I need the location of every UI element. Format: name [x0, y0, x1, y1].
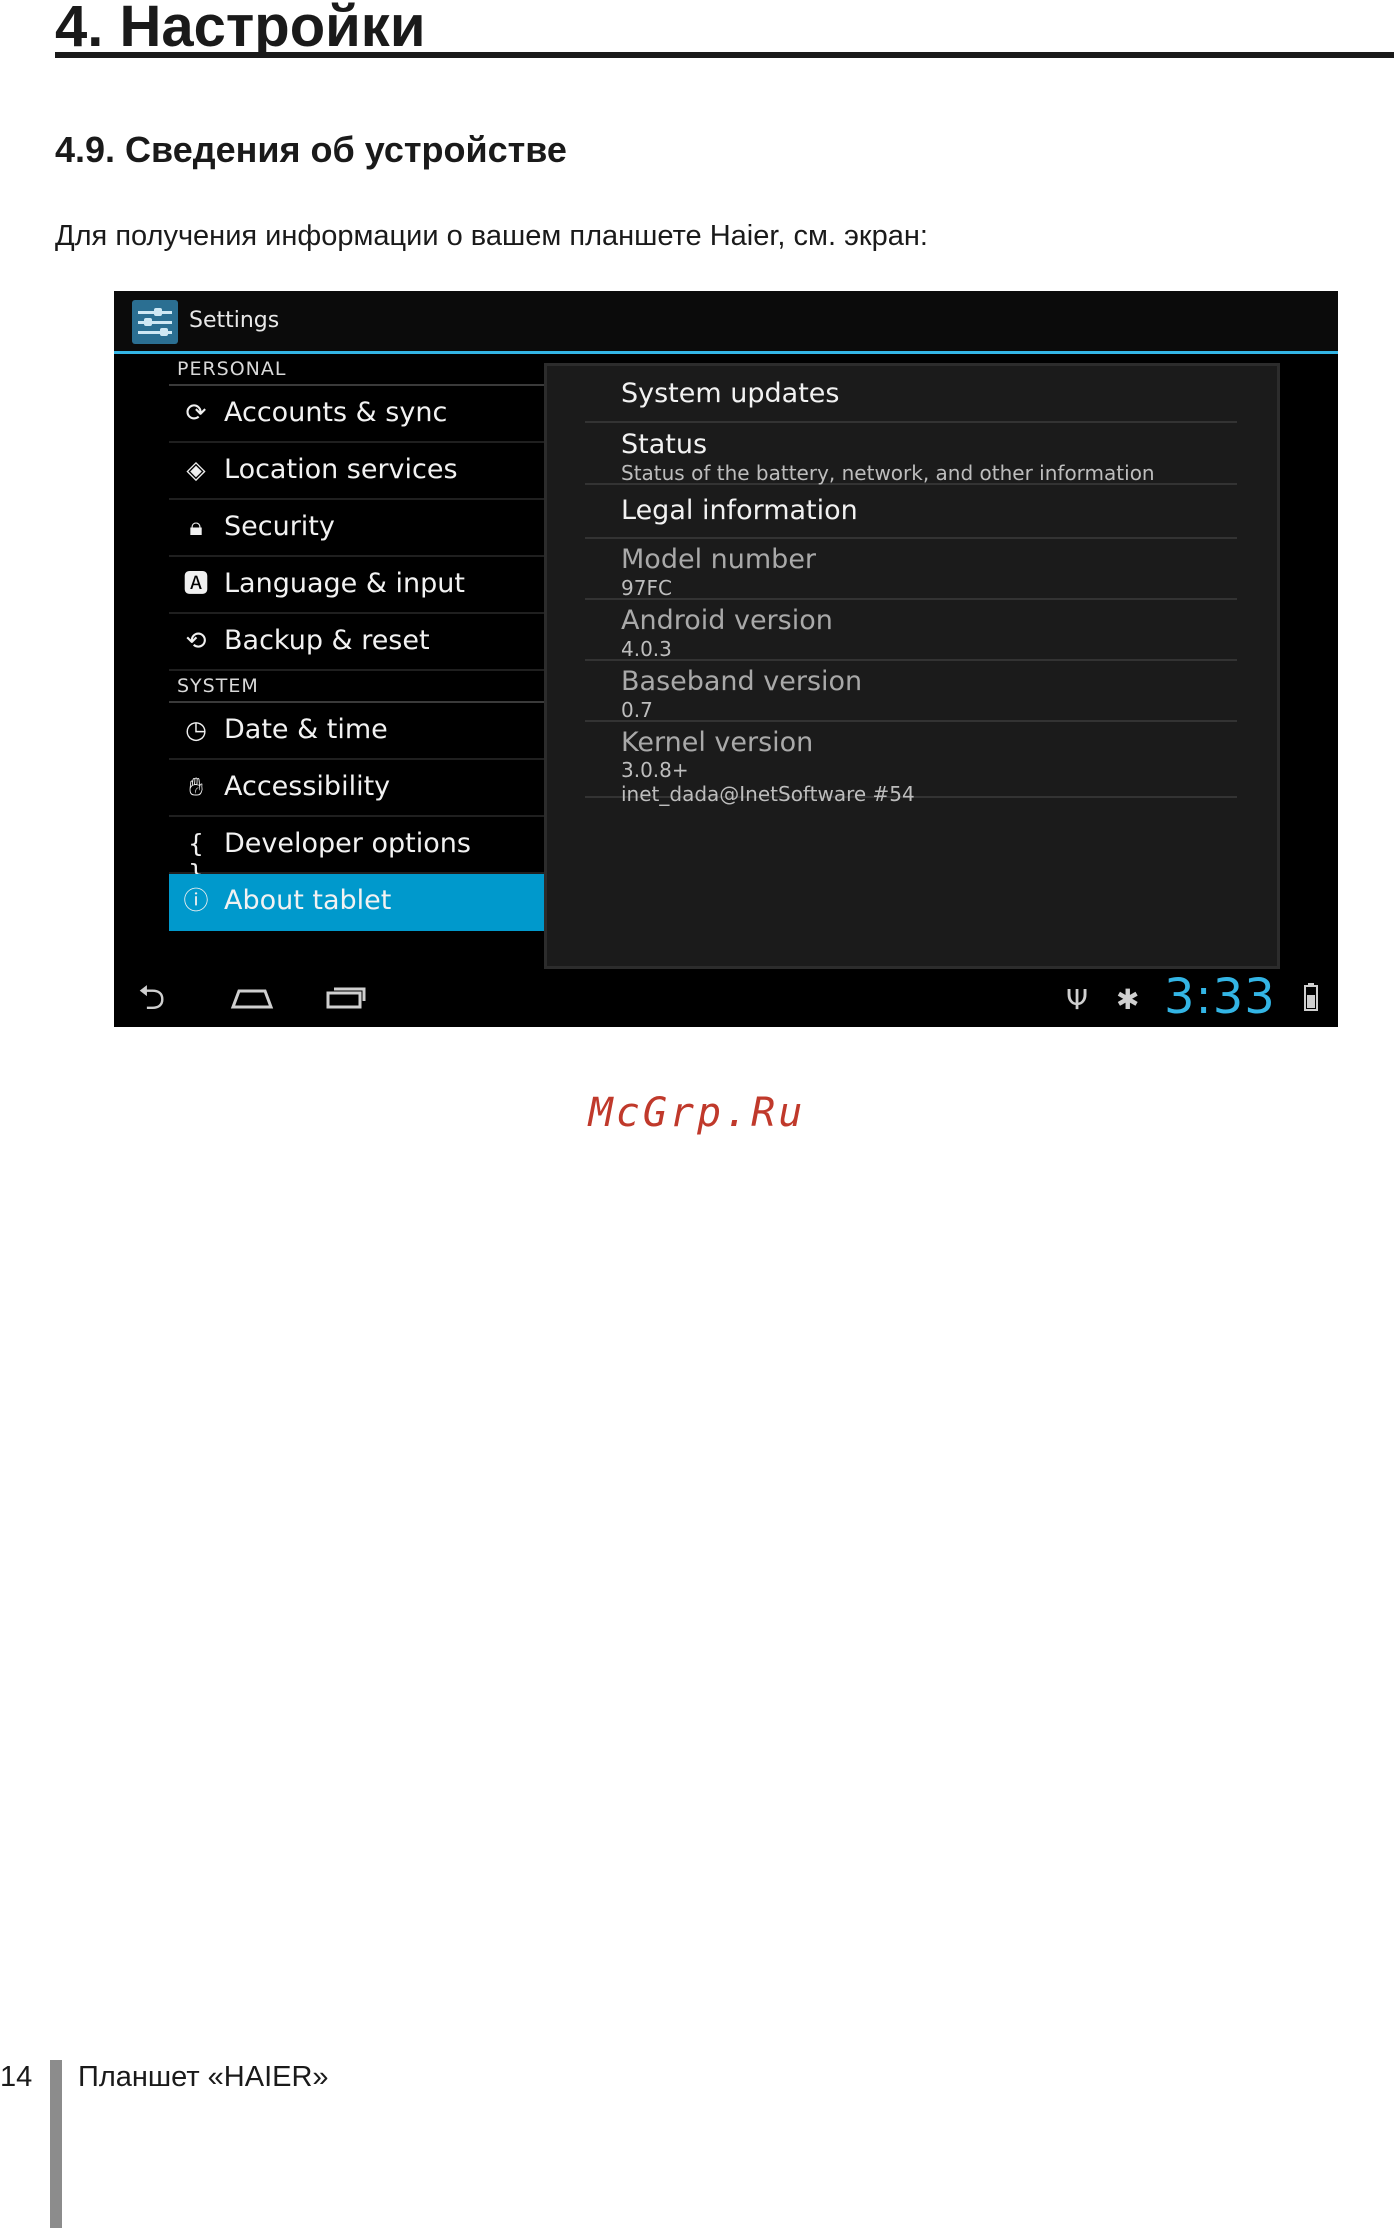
menu-item-label: Developer options [224, 828, 471, 859]
language-icon: 🅰︎ [183, 569, 209, 598]
menu-item-label: Accounts & sync [224, 397, 448, 428]
menu-item-accounts-sync[interactable]: ⟳ Accounts & sync [169, 386, 555, 443]
chapter-rule [55, 52, 1394, 58]
info-item-baseband-version: Baseband version 0.7 [585, 661, 1237, 722]
menu-item-location-services[interactable]: ◈ Location services [169, 443, 555, 500]
menu-item-label: Security [224, 511, 335, 542]
info-item-subtitle: 3.0.8+ [621, 758, 689, 782]
braces-icon: { } [188, 829, 204, 888]
footer-text: Планшет «HAIER» [78, 2061, 329, 2093]
home-icon[interactable] [229, 985, 275, 1011]
info-item-subtitle: 97FC [621, 576, 672, 600]
tablet-screenshot: Settings PERSONAL ⟳ Accounts & sync ◈ Locat… [114, 291, 1338, 1027]
menu-item-label: Date & time [224, 714, 388, 745]
menu-item-label: About tablet [224, 885, 392, 916]
personal-header: PERSONAL [169, 354, 555, 386]
menu-item-backup-reset[interactable]: ⟲ Backup & reset [169, 614, 555, 671]
info-item-system-updates[interactable]: System updates [585, 366, 1237, 423]
info-item-status[interactable]: Status Status of the battery, network, an… [585, 423, 1237, 485]
info-item-title: Model number [621, 544, 817, 575]
battery-icon [1304, 983, 1318, 1011]
info-item-title: Baseband version [621, 666, 863, 697]
info-item-subtitle-2: inet_dada@InetSoftware #54 [621, 782, 915, 806]
clock-icon: ◷ [185, 715, 207, 744]
about-tablet-details: System updates Status Status of the batter… [544, 363, 1280, 969]
status-clock: 3:33 [1164, 969, 1276, 1025]
info-item-subtitle: 4.0.3 [621, 637, 672, 661]
info-item-subtitle: Status of the battery, network, and othe… [621, 461, 1155, 485]
menu-item-accessibility[interactable]: ✋︎ Accessibility [169, 760, 555, 817]
info-item-title: Kernel version [621, 727, 814, 758]
usb-icon: Ψ [1066, 983, 1089, 1016]
menu-item-label: Language & input [224, 568, 465, 599]
system-header: SYSTEM [169, 671, 555, 703]
info-item-legal-information[interactable]: Legal information [585, 485, 1237, 539]
menu-item-security[interactable]: 🔒︎ Security [169, 500, 555, 557]
info-item-title: Status [621, 429, 708, 460]
menu-item-label: Backup & reset [224, 625, 430, 656]
settings-app-icon[interactable] [132, 300, 178, 344]
settings-menu: PERSONAL ⟳ Accounts & sync ◈ Location servi… [169, 354, 555, 931]
back-icon[interactable]: ⮌ [138, 981, 165, 1015]
lock-icon: 🔒︎ [189, 512, 203, 541]
page-number: 14 [0, 2061, 33, 2093]
info-icon: ⓘ [183, 886, 209, 915]
info-item-title: System updates [621, 378, 840, 409]
watermark: McGrp.Ru [588, 1090, 806, 1136]
navigation-bar: ⮌ Ψ ✱ 3:33 [114, 967, 1338, 1027]
hand-icon: ✋︎ [188, 772, 204, 801]
info-item-kernel-version: Kernel version 3.0.8+ inet_dada@InetSoftwa… [585, 722, 1237, 806]
menu-item-label: Accessibility [224, 771, 391, 802]
info-item-title: Legal information [621, 495, 858, 526]
info-item-subtitle: 0.7 [621, 698, 653, 722]
location-icon: ◈ [186, 455, 206, 484]
app-title: Settings [189, 308, 280, 333]
info-item-model-number: Model number 97FC [585, 539, 1237, 600]
menu-item-label: Location services [224, 454, 458, 485]
menu-item-about-tablet[interactable]: ⓘ About tablet [169, 874, 555, 931]
menu-item-language-input[interactable]: 🅰︎ Language & input [169, 557, 555, 614]
menu-item-date-time[interactable]: ◷ Date & time [169, 703, 555, 760]
menu-item-developer-options[interactable]: { } Developer options [169, 817, 555, 888]
sync-icon: ⟳ [185, 398, 207, 427]
intro-text: Для получения информации о вашем планшет… [55, 220, 928, 252]
recent-apps-icon[interactable] [324, 983, 368, 1011]
android-debug-icon: ✱ [1116, 983, 1140, 1016]
info-item-title: Android version [621, 605, 833, 636]
action-bar: Settings [114, 291, 1338, 354]
footer-bar [50, 2060, 62, 2228]
backup-icon: ⟲ [185, 626, 207, 655]
info-item-android-version: Android version 4.0.3 [585, 600, 1237, 661]
section-title: 4.9. Сведения об устройстве [55, 129, 567, 170]
